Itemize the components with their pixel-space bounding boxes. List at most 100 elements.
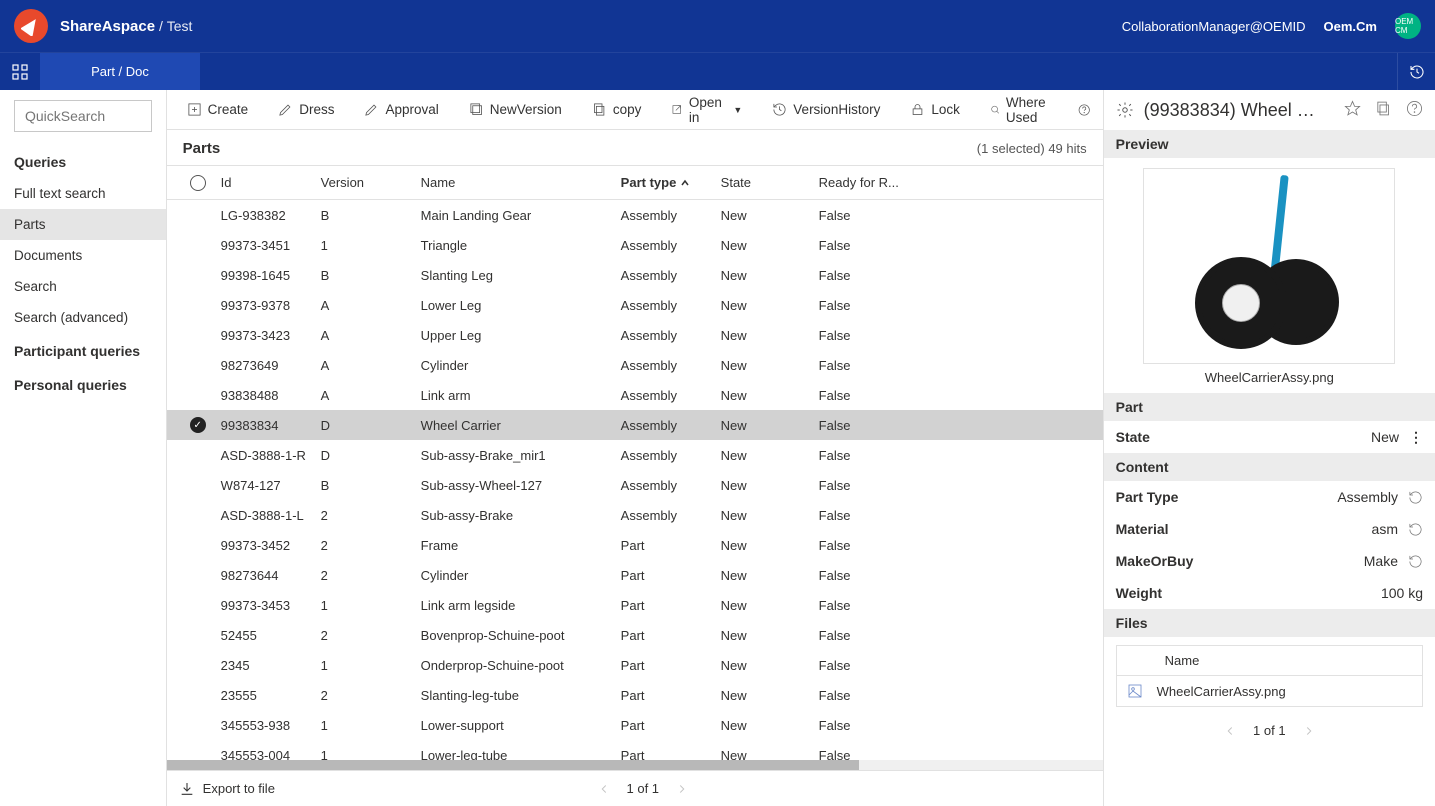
section-preview: Preview (1104, 130, 1435, 158)
table-row[interactable]: 345553-0041Lower-leg-tubePartNewFalse (167, 740, 1103, 760)
help-icon[interactable] (1078, 101, 1090, 119)
image-file-icon (1127, 683, 1143, 699)
page-indicator: 1 of 1 (627, 781, 660, 796)
files-col-name[interactable]: Name (1117, 646, 1422, 676)
select-all-checkbox[interactable] (190, 175, 206, 191)
sidebar-group-title: Participant queries (0, 333, 166, 367)
sidebar-group-title: Personal queries (0, 367, 166, 401)
prop-makeorbuy: MakeOrBuyMake (1104, 545, 1435, 577)
tab-part-doc[interactable]: Part / Doc (40, 53, 200, 90)
topbar: ShareAspace / Test CollaborationManager@… (0, 0, 1435, 52)
prev-page-icon[interactable] (1223, 724, 1237, 738)
col-id[interactable]: Id (221, 175, 321, 190)
breadcrumb-space[interactable]: Test (167, 18, 193, 34)
create-button[interactable]: Create (179, 98, 257, 121)
avatar[interactable]: OEM CM (1395, 13, 1421, 39)
table-row[interactable]: 99383834DWheel CarrierAssemblyNewFalse (167, 410, 1103, 440)
history-icon[interactable] (1408, 490, 1423, 505)
list-header: Parts (1 selected) 49 hits (167, 130, 1103, 165)
sidebar-item[interactable]: Documents (0, 240, 166, 271)
table-row[interactable]: 99398-1645BSlanting LegAssemblyNewFalse (167, 260, 1103, 290)
details-actions (1334, 100, 1423, 120)
dress-button[interactable]: Dress (270, 98, 342, 121)
col-state[interactable]: State (721, 175, 819, 190)
where-used-button[interactable]: Where Used (982, 91, 1064, 129)
row-checkbox[interactable] (190, 417, 206, 433)
sidebar-item[interactable]: Parts (0, 209, 166, 240)
sidebar-item[interactable]: Search (advanced) (0, 302, 166, 333)
star-icon[interactable] (1344, 100, 1361, 117)
list-title: Parts (183, 140, 221, 157)
lock-button[interactable]: Lock (902, 98, 968, 121)
table-row[interactable]: LG-938382BMain Landing GearAssemblyNewFa… (167, 200, 1103, 230)
list-footer: Export to file 1 of 1 (167, 770, 1103, 806)
history-icon[interactable] (1408, 522, 1423, 537)
sidebar-item[interactable]: Search (0, 271, 166, 302)
export-button[interactable]: Export to file (179, 781, 275, 797)
table-row[interactable]: 99373-3423AUpper LegAssemblyNewFalse (167, 320, 1103, 350)
prev-page-icon[interactable] (597, 782, 611, 796)
table-row[interactable]: 99373-34531Link arm legsidePartNewFalse (167, 590, 1103, 620)
table-row[interactable]: 982736442CylinderPartNewFalse (167, 560, 1103, 590)
version-history-button[interactable]: VersionHistory (764, 98, 888, 121)
copy-button[interactable]: copy (584, 98, 650, 121)
app-logo-icon (14, 9, 48, 43)
section-files: Files (1104, 609, 1435, 637)
approval-button[interactable]: Approval (356, 98, 446, 121)
prop-state: State New⋮ (1104, 421, 1435, 453)
parts-grid[interactable]: Id Version Name Part type State Ready fo… (167, 165, 1103, 760)
prop-weight: Weight100 kg (1104, 577, 1435, 609)
brand-name: ShareAspace (60, 18, 155, 35)
table-row[interactable]: 99373-9378ALower LegAssemblyNewFalse (167, 290, 1103, 320)
table-row[interactable]: ASD-3888-1-RDSub-assy-Brake_mir1Assembly… (167, 440, 1103, 470)
table-row[interactable]: 345553-9381Lower-supportPartNewFalse (167, 710, 1103, 740)
table-row[interactable]: W874-127BSub-assy-Wheel-127AssemblyNewFa… (167, 470, 1103, 500)
details-title: (99383834) Wheel Carrier, D (1144, 100, 1325, 121)
table-row[interactable]: 235552Slanting-leg-tubePartNewFalse (167, 680, 1103, 710)
breadcrumb: / Test (155, 18, 192, 34)
table-row[interactable]: ASD-3888-1-L2Sub-assy-BrakeAssemblyNewFa… (167, 500, 1103, 530)
list-hits: (1 selected) 49 hits (977, 141, 1087, 156)
history-icon[interactable] (1408, 554, 1423, 569)
prop-parttype: Part TypeAssembly (1104, 481, 1435, 513)
column-header-row: Id Version Name Part type State Ready fo… (167, 166, 1103, 200)
toolbar: Create Dress Approval NewVersion copy Op… (167, 90, 1103, 130)
table-row[interactable]: 99373-34511TriangleAssemblyNewFalse (167, 230, 1103, 260)
sidebar-group-title: Queries (0, 144, 166, 178)
table-row[interactable]: 98273649ACylinderAssemblyNewFalse (167, 350, 1103, 380)
file-row[interactable]: WheelCarrierAssy.png (1117, 676, 1422, 706)
table-row[interactable]: 524552Bovenprop-Schuine-pootPartNewFalse (167, 620, 1103, 650)
col-name[interactable]: Name (421, 175, 621, 190)
files-pager: 1 of 1 (1104, 715, 1435, 744)
next-page-icon[interactable] (675, 782, 689, 796)
gear-icon[interactable] (1116, 101, 1134, 119)
help-icon[interactable] (1406, 100, 1423, 117)
col-version[interactable]: Version (321, 175, 421, 190)
section-content: Content (1104, 453, 1435, 481)
sidebar-item[interactable]: Full text search (0, 178, 166, 209)
sidebar: QueriesFull text searchPartsDocumentsSea… (0, 90, 167, 806)
copy-icon[interactable] (1375, 100, 1392, 117)
history-icon[interactable] (1397, 53, 1435, 90)
table-row[interactable]: 93838488ALink armAssemblyNewFalse (167, 380, 1103, 410)
dropdown-icon: ▼ (733, 105, 742, 115)
col-parttype[interactable]: Part type (621, 175, 721, 190)
prop-material: Materialasm (1104, 513, 1435, 545)
col-ready[interactable]: Ready for R... (819, 175, 911, 190)
role-label[interactable]: CollaborationManager@OEMID (1122, 19, 1306, 34)
user-name[interactable]: Oem.Cm (1324, 19, 1377, 34)
content-area: Create Dress Approval NewVersion copy Op… (167, 90, 1104, 806)
search-input[interactable] (14, 100, 152, 132)
horizontal-scrollbar[interactable] (167, 760, 1103, 770)
table-row[interactable]: 99373-34522FramePartNewFalse (167, 530, 1103, 560)
preview-caption: WheelCarrierAssy.png (1205, 370, 1334, 385)
list-pager: 1 of 1 (597, 781, 690, 796)
new-version-button[interactable]: NewVersion (461, 98, 570, 121)
open-in-button[interactable]: Open in▼ (663, 91, 750, 129)
tabbar: Part / Doc (0, 52, 1435, 90)
sort-asc-icon (680, 178, 690, 188)
next-page-icon[interactable] (1302, 724, 1316, 738)
table-row[interactable]: 23451Onderprop-Schuine-pootPartNewFalse (167, 650, 1103, 680)
apps-grid-icon[interactable] (0, 53, 40, 90)
preview-thumbnail[interactable] (1143, 168, 1395, 364)
